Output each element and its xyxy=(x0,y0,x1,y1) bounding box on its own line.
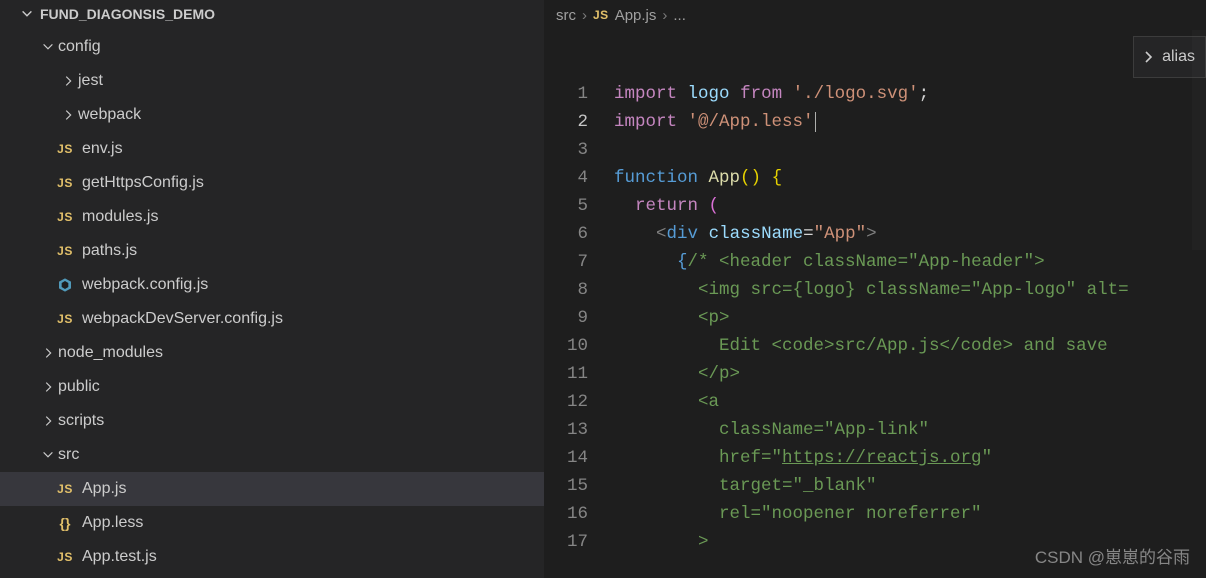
line-number: 2 xyxy=(544,108,614,136)
line-number: 8 xyxy=(544,276,614,304)
file-modules-js[interactable]: JS modules.js xyxy=(0,200,544,234)
file-label: modules.js xyxy=(82,208,544,226)
line-number: 7 xyxy=(544,248,614,276)
file-label: webpackDevServer.config.js xyxy=(82,310,544,328)
line-number: 10 xyxy=(544,332,614,360)
file-label: App.test.js xyxy=(82,548,544,566)
file-tree: config jest webpack JS env.js JS getHttp… xyxy=(0,28,544,578)
file-label: App.less xyxy=(82,514,544,532)
folder-public[interactable]: public xyxy=(0,370,544,404)
line-number: 4 xyxy=(544,164,614,192)
breadcrumb[interactable]: src › JS App.js › ... xyxy=(544,0,1206,30)
chevron-down-icon xyxy=(40,448,56,462)
folder-scripts[interactable]: scripts xyxy=(0,404,544,438)
folder-webpack[interactable]: webpack xyxy=(0,98,544,132)
line-number: 17 xyxy=(544,528,614,556)
folder-label: scripts xyxy=(58,412,544,430)
file-label: paths.js xyxy=(82,242,544,260)
code-line-16[interactable]: rel="noopener noreferrer" xyxy=(614,500,982,528)
js-file-icon: JS xyxy=(54,312,76,326)
chevron-down-icon xyxy=(20,7,34,21)
explorer-root-label: FUND_DIAGONSIS_DEMO xyxy=(40,6,215,22)
file-index-css[interactable]: # index.css xyxy=(0,574,544,578)
folder-label: jest xyxy=(78,72,544,90)
code-line-17[interactable]: > xyxy=(614,528,709,556)
code-line-14[interactable]: href="https://reactjs.org" xyxy=(614,444,992,472)
code-line-5[interactable]: return ( xyxy=(614,192,719,220)
folder-jest[interactable]: jest xyxy=(0,64,544,98)
line-number: 1 xyxy=(544,80,614,108)
breadcrumb-separator-icon: › xyxy=(582,7,587,24)
code-line-15[interactable]: target="_blank" xyxy=(614,472,877,500)
line-number: 11 xyxy=(544,360,614,388)
code-line-8[interactable]: <img src={logo} className="App-logo" alt… xyxy=(614,276,1129,304)
chevron-down-icon xyxy=(40,40,56,54)
code-line-7[interactable]: {/* <header className="App-header"> xyxy=(614,248,1045,276)
file-webpack-config-js[interactable]: webpack.config.js xyxy=(0,268,544,302)
less-file-icon: {} xyxy=(54,515,76,531)
line-number: 14 xyxy=(544,444,614,472)
code-line-10[interactable]: Edit <code>src/App.js</code> and save xyxy=(614,332,1118,360)
line-number: 12 xyxy=(544,388,614,416)
chevron-right-icon xyxy=(40,346,56,360)
folder-label: config xyxy=(58,38,544,56)
folder-label: webpack xyxy=(78,106,544,124)
code-editor[interactable]: 1 import logo from './logo.svg'; 2 impor… xyxy=(544,30,1206,556)
js-file-icon: JS xyxy=(54,210,76,224)
file-app-js[interactable]: JS App.js xyxy=(0,472,544,506)
chevron-right-icon xyxy=(60,108,76,122)
js-file-icon: JS xyxy=(54,176,76,190)
file-gethttpsconfig-js[interactable]: JS getHttpsConfig.js xyxy=(0,166,544,200)
explorer-sidebar: FUND_DIAGONSIS_DEMO config jest webpack xyxy=(0,0,544,578)
folder-label: node_modules xyxy=(58,344,544,362)
folder-label: src xyxy=(58,446,544,464)
line-number: 16 xyxy=(544,500,614,528)
js-file-icon: JS xyxy=(54,142,76,156)
breadcrumb-segment-file[interactable]: App.js xyxy=(615,7,657,24)
file-paths-js[interactable]: JS paths.js xyxy=(0,234,544,268)
file-label: getHttpsConfig.js xyxy=(82,174,544,192)
folder-src[interactable]: src xyxy=(0,438,544,472)
folder-node-modules[interactable]: node_modules xyxy=(0,336,544,370)
chevron-right-icon xyxy=(60,74,76,88)
webpack-icon xyxy=(54,277,76,293)
file-env-js[interactable]: JS env.js xyxy=(0,132,544,166)
js-file-icon: JS xyxy=(54,550,76,564)
editor-pane: src › JS App.js › ... alias 1 import log… xyxy=(544,0,1206,578)
line-number: 6 xyxy=(544,220,614,248)
explorer-section-header[interactable]: FUND_DIAGONSIS_DEMO xyxy=(0,0,544,28)
folder-label: public xyxy=(58,378,544,396)
chevron-right-icon xyxy=(40,380,56,394)
chevron-right-icon xyxy=(40,414,56,428)
file-app-test-js[interactable]: JS App.test.js xyxy=(0,540,544,574)
file-label: env.js xyxy=(82,140,544,158)
js-file-icon: JS xyxy=(54,482,76,496)
file-label: App.js xyxy=(82,480,544,498)
line-number: 9 xyxy=(544,304,614,332)
code-line-12[interactable]: <a xyxy=(614,388,719,416)
code-line-11[interactable]: </p> xyxy=(614,360,740,388)
code-line-6[interactable]: <div className="App"> xyxy=(614,220,877,248)
folder-config[interactable]: config xyxy=(0,30,544,64)
js-file-icon: JS xyxy=(593,8,609,22)
breadcrumb-segment-src[interactable]: src xyxy=(556,7,576,24)
line-number: 5 xyxy=(544,192,614,220)
breadcrumb-separator-icon: › xyxy=(662,7,667,24)
file-app-less[interactable]: {} App.less xyxy=(0,506,544,540)
code-line-13[interactable]: className="App-link" xyxy=(614,416,929,444)
breadcrumb-ellipsis[interactable]: ... xyxy=(673,7,686,24)
line-number: 15 xyxy=(544,472,614,500)
js-file-icon: JS xyxy=(54,244,76,258)
file-label: webpack.config.js xyxy=(82,276,544,294)
code-line-9[interactable]: <p> xyxy=(614,304,730,332)
line-number: 3 xyxy=(544,136,614,164)
watermark: CSDN @崽崽的谷雨 xyxy=(1035,543,1190,568)
code-line-1[interactable]: import logo from './logo.svg'; xyxy=(614,80,929,108)
code-line-4[interactable]: function App() { xyxy=(614,164,782,192)
file-webpackdevserver-config-js[interactable]: JS webpackDevServer.config.js xyxy=(0,302,544,336)
code-line-2[interactable]: import '@/App.less' xyxy=(614,108,816,136)
line-number: 13 xyxy=(544,416,614,444)
